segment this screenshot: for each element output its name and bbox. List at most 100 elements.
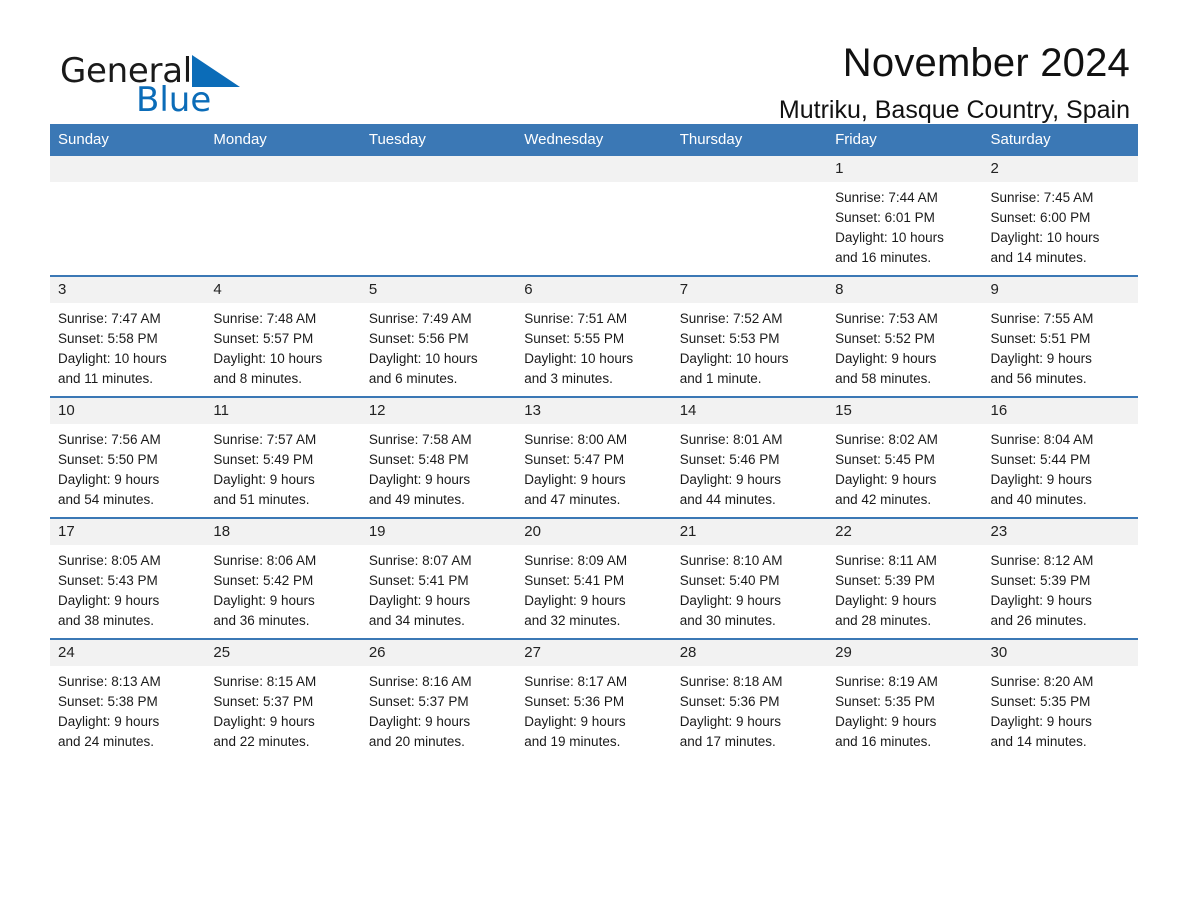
day-details: Sunrise: 7:52 AM Sunset: 5:53 PM Dayligh… [672, 303, 827, 389]
weekday-header-monday: Monday [205, 124, 361, 156]
daylight-text-line1: Daylight: 9 hours [990, 351, 1092, 366]
day-number: 10 [50, 398, 206, 424]
calendar-day-cell[interactable] [671, 156, 828, 276]
calendar-day-cell[interactable]: 19 Sunrise: 8:07 AM Sunset: 5:41 PM Dayl… [360, 517, 517, 639]
daylight-text-line1: Daylight: 9 hours [368, 472, 471, 487]
sunset-text: Sunset: 5:51 PM [990, 331, 1091, 346]
calendar-day-cell[interactable]: 7 Sunrise: 7:52 AM Sunset: 5:53 PM Dayli… [671, 275, 828, 397]
sunset-text: Sunset: 5:39 PM [835, 573, 935, 588]
calendar-day-cell[interactable]: 13 Sunrise: 8:00 AM Sunset: 5:47 PM Dayl… [516, 396, 672, 518]
calendar-day-cell[interactable]: 28 Sunrise: 8:18 AM Sunset: 5:36 PM Dayl… [671, 638, 828, 759]
calendar-day-cell[interactable]: 29 Sunrise: 8:19 AM Sunset: 5:35 PM Dayl… [827, 638, 983, 759]
page-header: General Blue November 2024 Mutriku, Basq… [50, 0, 1138, 124]
calendar-day-cell[interactable]: 8 Sunrise: 7:53 AM Sunset: 5:52 PM Dayli… [827, 275, 983, 397]
day-number: 13 [516, 398, 672, 424]
daylight-text-line2: and 51 minutes. [213, 492, 310, 507]
calendar-day-cell[interactable]: 24 Sunrise: 8:13 AM Sunset: 5:38 PM Dayl… [50, 638, 206, 759]
sunset-text: Sunset: 5:49 PM [213, 452, 314, 467]
calendar-day-cell[interactable]: 21 Sunrise: 8:10 AM Sunset: 5:40 PM Dayl… [671, 517, 828, 639]
calendar-day-cell[interactable]: 3 Sunrise: 7:47 AM Sunset: 5:58 PM Dayli… [50, 275, 206, 397]
sunrise-text: Sunrise: 8:20 AM [990, 674, 1094, 689]
sunset-text: Sunset: 5:36 PM [524, 694, 625, 709]
day-number: 14 [671, 398, 828, 424]
calendar-week-row: 3 Sunrise: 7:47 AM Sunset: 5:58 PM Dayli… [50, 275, 1138, 397]
day-details: Sunrise: 8:04 AM Sunset: 5:44 PM Dayligh… [983, 424, 1138, 510]
sunrise-text: Sunrise: 7:48 AM [213, 311, 317, 326]
calendar-day-cell[interactable]: 4 Sunrise: 7:48 AM Sunset: 5:57 PM Dayli… [205, 275, 361, 397]
day-number: 25 [205, 640, 361, 666]
daylight-text-line2: and 17 minutes. [679, 734, 776, 749]
calendar-day-cell[interactable]: 6 Sunrise: 7:51 AM Sunset: 5:55 PM Dayli… [516, 275, 672, 397]
sunrise-text: Sunrise: 8:17 AM [524, 674, 628, 689]
calendar-day-cell[interactable]: 9 Sunrise: 7:55 AM Sunset: 5:51 PM Dayli… [982, 275, 1138, 397]
sunrise-text: Sunrise: 8:06 AM [213, 553, 317, 568]
calendar-day-cell[interactable]: 11 Sunrise: 7:57 AM Sunset: 5:49 PM Dayl… [205, 396, 361, 518]
daylight-text-line2: and 24 minutes. [58, 734, 155, 749]
daylight-text-line1: Daylight: 10 hours [835, 230, 944, 245]
sunrise-text: Sunrise: 8:11 AM [835, 553, 937, 568]
sunset-text: Sunset: 5:50 PM [58, 452, 158, 467]
calendar-day-cell[interactable]: 20 Sunrise: 8:09 AM Sunset: 5:41 PM Dayl… [516, 517, 672, 639]
calendar-page: General Blue November 2024 Mutriku, Basq… [0, 0, 1188, 918]
calendar-day-cell[interactable]: 26 Sunrise: 8:16 AM Sunset: 5:37 PM Dayl… [360, 638, 517, 759]
day-details: Sunrise: 7:58 AM Sunset: 5:48 PM Dayligh… [361, 424, 516, 510]
calendar-day-cell[interactable]: 2 Sunrise: 7:45 AM Sunset: 6:00 PM Dayli… [982, 156, 1138, 276]
daylight-text-line1: Daylight: 9 hours [213, 593, 315, 608]
day-details: Sunrise: 8:15 AM Sunset: 5:37 PM Dayligh… [205, 666, 360, 752]
daylight-text-line2: and 38 minutes. [58, 613, 155, 628]
calendar-day-cell[interactable]: 17 Sunrise: 8:05 AM Sunset: 5:43 PM Dayl… [50, 517, 206, 639]
sunrise-text: Sunrise: 7:47 AM [58, 311, 161, 326]
calendar-day-cell[interactable] [516, 156, 672, 276]
calendar-day-cell[interactable]: 12 Sunrise: 7:58 AM Sunset: 5:48 PM Dayl… [360, 396, 517, 518]
sunrise-text: Sunrise: 8:02 AM [835, 432, 938, 447]
day-details: Sunrise: 7:49 AM Sunset: 5:56 PM Dayligh… [361, 303, 516, 389]
calendar-body: 1 Sunrise: 7:44 AM Sunset: 6:01 PM Dayli… [50, 156, 1138, 759]
daylight-text-line2: and 40 minutes. [990, 492, 1087, 507]
daylight-text-line2: and 32 minutes. [524, 613, 621, 628]
calendar-table: Sunday Monday Tuesday Wednesday Thursday… [50, 124, 1138, 759]
daylight-text-line2: and 56 minutes. [990, 371, 1087, 386]
calendar-day-cell[interactable]: 14 Sunrise: 8:01 AM Sunset: 5:46 PM Dayl… [671, 396, 828, 518]
day-number: 6 [516, 277, 672, 303]
day-details: Sunrise: 7:47 AM Sunset: 5:58 PM Dayligh… [50, 303, 205, 389]
calendar-day-cell[interactable] [205, 156, 361, 276]
calendar-day-cell[interactable]: 10 Sunrise: 7:56 AM Sunset: 5:50 PM Dayl… [50, 396, 206, 518]
day-number: 22 [827, 519, 983, 545]
calendar-day-cell[interactable]: 30 Sunrise: 8:20 AM Sunset: 5:35 PM Dayl… [982, 638, 1138, 759]
brand-logo[interactable]: General Blue [60, 48, 360, 124]
day-number: 7 [671, 277, 828, 303]
day-number [516, 156, 672, 182]
sunrise-text: Sunrise: 7:57 AM [213, 432, 317, 447]
sunrise-text: Sunrise: 8:00 AM [524, 432, 628, 447]
day-number: 2 [982, 156, 1138, 182]
weekday-header-tuesday: Tuesday [360, 124, 517, 156]
calendar-day-cell[interactable]: 23 Sunrise: 8:12 AM Sunset: 5:39 PM Dayl… [982, 517, 1138, 639]
sunrise-text: Sunrise: 8:16 AM [368, 674, 472, 689]
sunset-text: Sunset: 5:48 PM [368, 452, 469, 467]
calendar-day-cell[interactable]: 5 Sunrise: 7:49 AM Sunset: 5:56 PM Dayli… [360, 275, 517, 397]
calendar-week-row: 17 Sunrise: 8:05 AM Sunset: 5:43 PM Dayl… [50, 517, 1138, 639]
calendar-day-cell[interactable]: 22 Sunrise: 8:11 AM Sunset: 5:39 PM Dayl… [827, 517, 983, 639]
daylight-text-line1: Daylight: 9 hours [368, 593, 471, 608]
daylight-text-line2: and 28 minutes. [835, 613, 932, 628]
day-number: 9 [982, 277, 1138, 303]
daylight-text-line1: Daylight: 9 hours [679, 472, 781, 487]
calendar-day-cell[interactable]: 16 Sunrise: 8:04 AM Sunset: 5:44 PM Dayl… [982, 396, 1138, 518]
day-number: 23 [982, 519, 1138, 545]
sunset-text: Sunset: 5:36 PM [679, 694, 780, 709]
day-details: Sunrise: 8:05 AM Sunset: 5:43 PM Dayligh… [50, 545, 205, 631]
daylight-text-line1: Daylight: 9 hours [835, 593, 937, 608]
calendar-week-row: 24 Sunrise: 8:13 AM Sunset: 5:38 PM Dayl… [50, 638, 1138, 759]
calendar-day-cell[interactable]: 27 Sunrise: 8:17 AM Sunset: 5:36 PM Dayl… [516, 638, 672, 759]
daylight-text-line1: Daylight: 10 hours [213, 351, 323, 366]
calendar-day-cell[interactable]: 1 Sunrise: 7:44 AM Sunset: 6:01 PM Dayli… [827, 156, 983, 276]
daylight-text-line2: and 26 minutes. [990, 613, 1087, 628]
calendar-day-cell[interactable]: 18 Sunrise: 8:06 AM Sunset: 5:42 PM Dayl… [205, 517, 361, 639]
calendar-day-cell[interactable] [50, 156, 206, 276]
daylight-text-line1: Daylight: 9 hours [213, 714, 315, 729]
calendar-day-cell[interactable]: 25 Sunrise: 8:15 AM Sunset: 5:37 PM Dayl… [205, 638, 361, 759]
calendar-day-cell[interactable] [360, 156, 517, 276]
day-number: 27 [516, 640, 672, 666]
calendar-day-cell[interactable]: 15 Sunrise: 8:02 AM Sunset: 5:45 PM Dayl… [827, 396, 983, 518]
weekday-header-sunday: Sunday [50, 124, 206, 156]
